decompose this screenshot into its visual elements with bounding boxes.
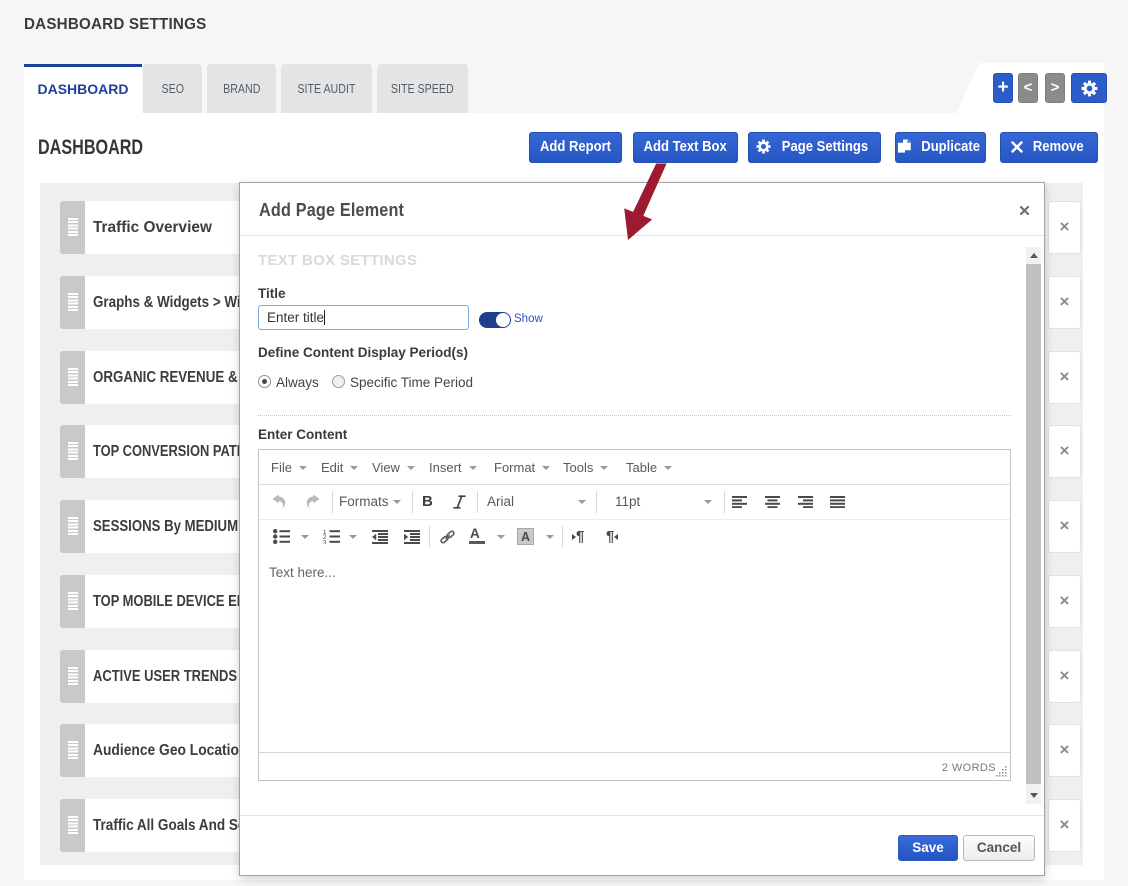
- svg-text:3: 3: [323, 540, 327, 544]
